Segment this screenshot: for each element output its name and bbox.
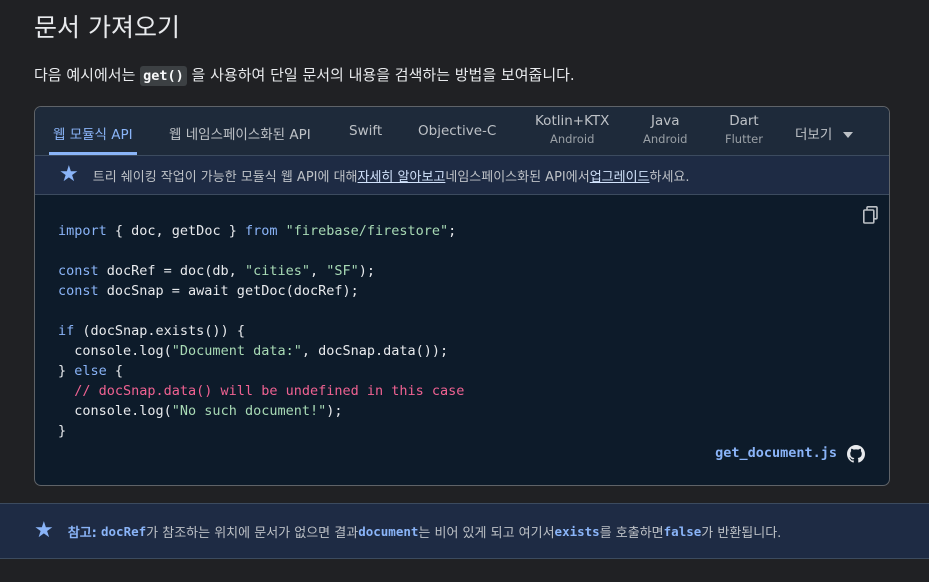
upgrade-link[interactable]: 업그레이드 [590, 166, 650, 185]
code-token: { doc, getDoc } [106, 223, 245, 239]
code-line: const docSnap = await getDoc(docRef); [58, 283, 359, 299]
code-token: } [58, 423, 67, 439]
code-token: { [106, 363, 124, 379]
tab-label: Dart [729, 113, 759, 129]
code-token: "cities" [244, 263, 310, 279]
intro-text-after: 을 사용하여 단일 문서의 내용을 검색하는 방법을 보여줍니다. [186, 66, 575, 84]
tab-objective-c[interactable]: Objective-C [418, 123, 496, 139]
code-token: "SF" [326, 263, 359, 279]
inline-code-document: document [358, 523, 419, 539]
tab-label: 웹 네임스페이스화된 API [169, 127, 311, 143]
inline-code-docref: docRef [101, 523, 147, 539]
language-tabs: 웹 모듈식 API 웹 네임스페이스화된 API Swift Objective… [35, 107, 889, 156]
code-token: docRef = doc(db, [98, 263, 245, 279]
tab-label: Swift [349, 123, 383, 139]
code-token: console.log( [58, 343, 172, 359]
source-filename-link[interactable]: get_document.js [715, 445, 837, 461]
tab-label: 더보기 [795, 127, 833, 143]
tree-shaking-note: ★ 트리 쉐이킹 작업이 가능한 모듈식 웹 API에 대해 자세히 알아보고 … [35, 156, 889, 195]
inline-code-exists: exists [554, 523, 600, 539]
note-text: 가 반환됩니다. [701, 525, 782, 541]
code-line: if (docSnap.exists()) { [58, 323, 245, 339]
code-token: (docSnap.exists()) { [74, 323, 245, 339]
code-line: // docSnap.data() will be undefined in t… [58, 383, 464, 399]
tab-sublabel: Android [643, 132, 688, 146]
code-token: const [58, 283, 99, 299]
code-token: else [74, 363, 107, 379]
chevron-down-icon [842, 132, 853, 138]
page-title: 문서 가져오기 [34, 13, 180, 42]
intro-paragraph: 다음 예시에서는 get() 을 사용하여 단일 문서의 내용을 검색하는 방법… [34, 64, 575, 86]
code-line: console.log("No such document!"); [58, 403, 343, 419]
tab-kotlin-ktx[interactable]: Kotlin+KTX Android [535, 113, 609, 146]
inline-code-get: get() [140, 66, 187, 86]
code-token: if [58, 323, 75, 339]
tab-web-modular[interactable]: 웹 모듈식 API [49, 123, 137, 155]
copy-icon[interactable] [863, 206, 879, 224]
inline-code-false: false [663, 523, 702, 539]
code-token: import [58, 223, 107, 239]
code-token: , docSnap.data()); [301, 343, 449, 359]
note-callout: ★ 참고: docRef 가 참조하는 위치에 문서가 없으면 결과 docume… [0, 503, 929, 559]
tab-label: Objective-C [418, 123, 497, 139]
star-icon: ★ [59, 162, 79, 187]
code-sample-card: 웹 모듈식 API 웹 네임스페이스화된 API Swift Objective… [34, 106, 890, 486]
code-token: ); [358, 263, 376, 279]
star-icon: ★ [34, 518, 54, 543]
note-text-before: 트리 쉐이킹 작업이 가능한 모듈식 웹 API에 대해 [92, 169, 358, 185]
code-line: } else { [58, 363, 123, 379]
note-text: 를 호출하면 [599, 525, 664, 541]
code-token: docSnap = await getDoc(docRef); [98, 283, 359, 299]
github-icon[interactable] [847, 445, 865, 463]
code-token: ; [448, 223, 457, 239]
code-token: , [309, 263, 327, 279]
code-token: const [58, 263, 99, 279]
tab-label: Kotlin+KTX [535, 113, 610, 129]
code-line: } [58, 423, 66, 439]
code-token: } [58, 363, 75, 379]
code-token: "firebase/firestore" [285, 223, 449, 239]
code-block: import { doc, getDoc } from "firebase/fi… [58, 221, 464, 441]
note-text-middle: 네임스페이스화된 API에서 [445, 169, 590, 185]
note-label: 참고: [67, 525, 97, 541]
tab-web-namespaced[interactable]: 웹 네임스페이스화된 API [169, 123, 311, 143]
code-token: ); [326, 403, 343, 419]
tab-label: 웹 모듈식 API [53, 127, 133, 143]
code-line: console.log("Document data:", docSnap.da… [58, 343, 448, 359]
code-token: from [244, 223, 278, 239]
learn-more-link[interactable]: 자세히 알아보고 [358, 166, 446, 185]
code-line: const docRef = doc(db, "cities", "SF"); [58, 263, 375, 279]
tab-more[interactable]: 더보기 [795, 123, 853, 143]
tab-sublabel: Flutter [725, 132, 763, 146]
note-text-after: 하세요. [649, 169, 690, 185]
code-token: "No such document!" [171, 403, 327, 419]
tab-dart[interactable]: Dart Flutter [725, 113, 763, 146]
tab-java[interactable]: Java Android [643, 113, 687, 146]
code-token: "Document data:" [171, 343, 302, 359]
code-token: // docSnap.data() will be undefined in t… [58, 383, 465, 399]
tab-label: Java [650, 113, 680, 129]
code-line: import { doc, getDoc } from "firebase/fi… [58, 223, 456, 239]
tab-swift[interactable]: Swift [349, 123, 382, 139]
code-token: console.log( [58, 403, 172, 419]
note-text: 가 참조하는 위치에 문서가 없으면 결과 [146, 525, 359, 541]
tab-sublabel: Android [549, 132, 595, 146]
note-text: 는 비어 있게 되고 여기서 [418, 525, 555, 541]
intro-text-before: 다음 예시에서는 [34, 66, 141, 84]
